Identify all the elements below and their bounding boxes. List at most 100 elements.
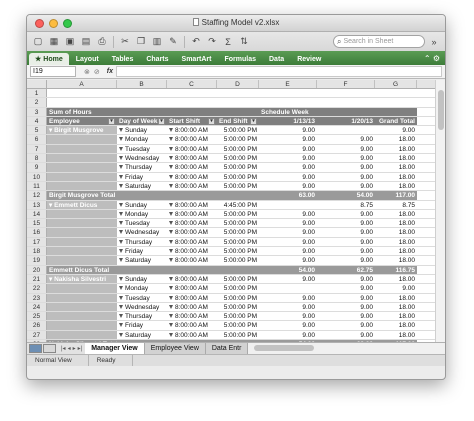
row-header[interactable]: 5: [27, 126, 47, 135]
start-shift[interactable]: 8:00:00 AM: [167, 145, 217, 153]
sheet-tab-manager-view[interactable]: Manager View: [85, 343, 145, 354]
week1-hours[interactable]: 9.00: [259, 163, 317, 171]
prev-sheet-icon[interactable]: ◂: [68, 345, 71, 352]
collapse-triangle-icon[interactable]: [119, 258, 123, 263]
start-shift[interactable]: 8:00:00 AM: [167, 126, 217, 134]
grand-total-hours[interactable]: 18.00: [375, 145, 417, 153]
grand-total-hours[interactable]: 18.00: [375, 182, 417, 190]
week2-hours[interactable]: 9.00: [317, 247, 375, 255]
collapse-triangle-icon[interactable]: [119, 137, 123, 142]
week1-header[interactable]: 1/13/13: [259, 116, 317, 126]
column-header-d[interactable]: D: [217, 80, 259, 88]
column-header-e[interactable]: E: [259, 80, 317, 88]
week1-hours[interactable]: 9.00: [259, 219, 317, 227]
grand-total-hours[interactable]: 18.00: [375, 135, 417, 143]
employee-grand-total[interactable]: 117.00: [375, 191, 417, 200]
filter-dropdown-icon[interactable]: ▾: [250, 117, 257, 125]
grand-total-hours[interactable]: 18.00: [375, 210, 417, 218]
cut-icon[interactable]: ✂: [118, 35, 132, 49]
week1-hours[interactable]: [259, 284, 317, 292]
week2-hours[interactable]: 9.00: [317, 154, 375, 162]
cell[interactable]: [47, 237, 117, 247]
print-icon[interactable]: ⎙: [95, 35, 109, 49]
collapse-triangle-icon[interactable]: [169, 295, 173, 300]
start-shift[interactable]: 8:00:00 AM: [167, 173, 217, 181]
cell[interactable]: [47, 98, 117, 106]
cell[interactable]: [317, 107, 375, 116]
cell[interactable]: [47, 312, 117, 321]
filter-dropdown-icon[interactable]: ▾: [158, 117, 165, 125]
start-shift[interactable]: 8:00:00 AM: [167, 275, 217, 283]
start-shift[interactable]: 8:00:00 AM: [167, 284, 217, 292]
employee-name[interactable]: ▾ Emmett Dicus: [47, 200, 117, 209]
horizontal-scrollbar[interactable]: [248, 343, 445, 354]
sheet-tab-data-entry[interactable]: Data Entr: [205, 343, 249, 354]
week2-hours[interactable]: 8.75: [317, 201, 375, 209]
tab-formulas[interactable]: Formulas: [218, 53, 262, 65]
week2-hours[interactable]: 9.00: [317, 284, 375, 292]
week2-hours[interactable]: 9.00: [317, 275, 375, 283]
week2-total[interactable]: 54.00: [317, 191, 375, 200]
week1-hours[interactable]: 9.00: [259, 126, 317, 134]
collapse-triangle-icon[interactable]: [119, 230, 123, 235]
cell[interactable]: [47, 321, 117, 330]
collapse-triangle-icon[interactable]: [169, 230, 173, 235]
week2-hours[interactable]: 9.00: [317, 228, 375, 236]
cell[interactable]: [47, 209, 117, 219]
week1-total[interactable]: 54.00: [259, 265, 317, 274]
page-layout-view-button[interactable]: [43, 344, 56, 353]
start-shift[interactable]: 8:00:00 AM: [167, 163, 217, 171]
filter-dropdown-icon[interactable]: ▾: [208, 117, 215, 125]
week2-total[interactable]: 62.75: [317, 265, 375, 274]
end-shift[interactable]: 5:00:00 PM: [217, 312, 259, 320]
collapse-triangle-icon[interactable]: [119, 249, 123, 254]
day-of-week[interactable]: Thursday: [117, 312, 167, 321]
week2-hours[interactable]: 9.00: [317, 238, 375, 246]
grand-total-hours[interactable]: 18.00: [375, 303, 417, 311]
name-box[interactable]: I19: [30, 66, 76, 77]
grand-total-hours[interactable]: 18.00: [375, 294, 417, 302]
day-of-week[interactable]: Monday: [117, 135, 167, 144]
employee-name[interactable]: ▾ Birgit Musgrove: [47, 126, 117, 135]
collapse-triangle-icon[interactable]: [169, 276, 173, 281]
save-icon[interactable]: ▤: [79, 35, 93, 49]
employee-name[interactable]: ▾ Nakisha Silvestri: [47, 274, 117, 284]
day-of-week[interactable]: Friday: [117, 247, 167, 256]
cell[interactable]: [375, 107, 417, 116]
collapse-triangle-icon[interactable]: [169, 304, 173, 309]
cell[interactable]: [47, 89, 117, 97]
cell[interactable]: [47, 228, 117, 237]
row-header[interactable]: 1: [27, 89, 47, 98]
redo-icon[interactable]: ↷: [205, 35, 219, 49]
end-shift[interactable]: 5:00:00 PM: [217, 294, 259, 302]
cell[interactable]: [47, 247, 117, 256]
row-header[interactable]: 16: [27, 228, 47, 237]
templates-icon[interactable]: ▦: [47, 35, 61, 49]
row-header[interactable]: 7: [27, 144, 47, 154]
row-header[interactable]: 4: [27, 116, 47, 126]
start-shift[interactable]: 8:00:00 AM: [167, 303, 217, 311]
day-of-week[interactable]: Friday: [117, 172, 167, 181]
week1-hours[interactable]: 9.00: [259, 228, 317, 236]
week1-hours[interactable]: 9.00: [259, 303, 317, 311]
collapse-triangle-icon[interactable]: [119, 146, 123, 151]
collapse-triangle-icon[interactable]: [169, 137, 173, 142]
confirm-icon[interactable]: ⊘: [94, 68, 100, 76]
collapse-triangle-icon[interactable]: [119, 332, 123, 337]
employee-header[interactable]: Employee ▾: [47, 116, 117, 126]
tab-home[interactable]: ★ Home: [29, 53, 69, 65]
grand-total-hours[interactable]: 18.00: [375, 256, 417, 264]
week2-hours[interactable]: 9.00: [317, 256, 375, 264]
grand-total-header[interactable]: Grand Total: [375, 116, 417, 126]
day-of-week[interactable]: Saturday: [117, 330, 167, 340]
week1-hours[interactable]: 9.00: [259, 210, 317, 218]
insert-function-icon[interactable]: fx: [107, 68, 113, 76]
end-shift[interactable]: 5:00:00 PM: [217, 238, 259, 246]
week1-hours[interactable]: 9.00: [259, 256, 317, 264]
row-header[interactable]: 2: [27, 98, 47, 107]
end-shift[interactable]: 5:00:00 PM: [217, 275, 259, 283]
start-shift[interactable]: 8:00:00 AM: [167, 247, 217, 255]
row-header[interactable]: 11: [27, 181, 47, 191]
week1-hours[interactable]: 9.00: [259, 238, 317, 246]
copy-icon[interactable]: ❐: [134, 35, 148, 49]
